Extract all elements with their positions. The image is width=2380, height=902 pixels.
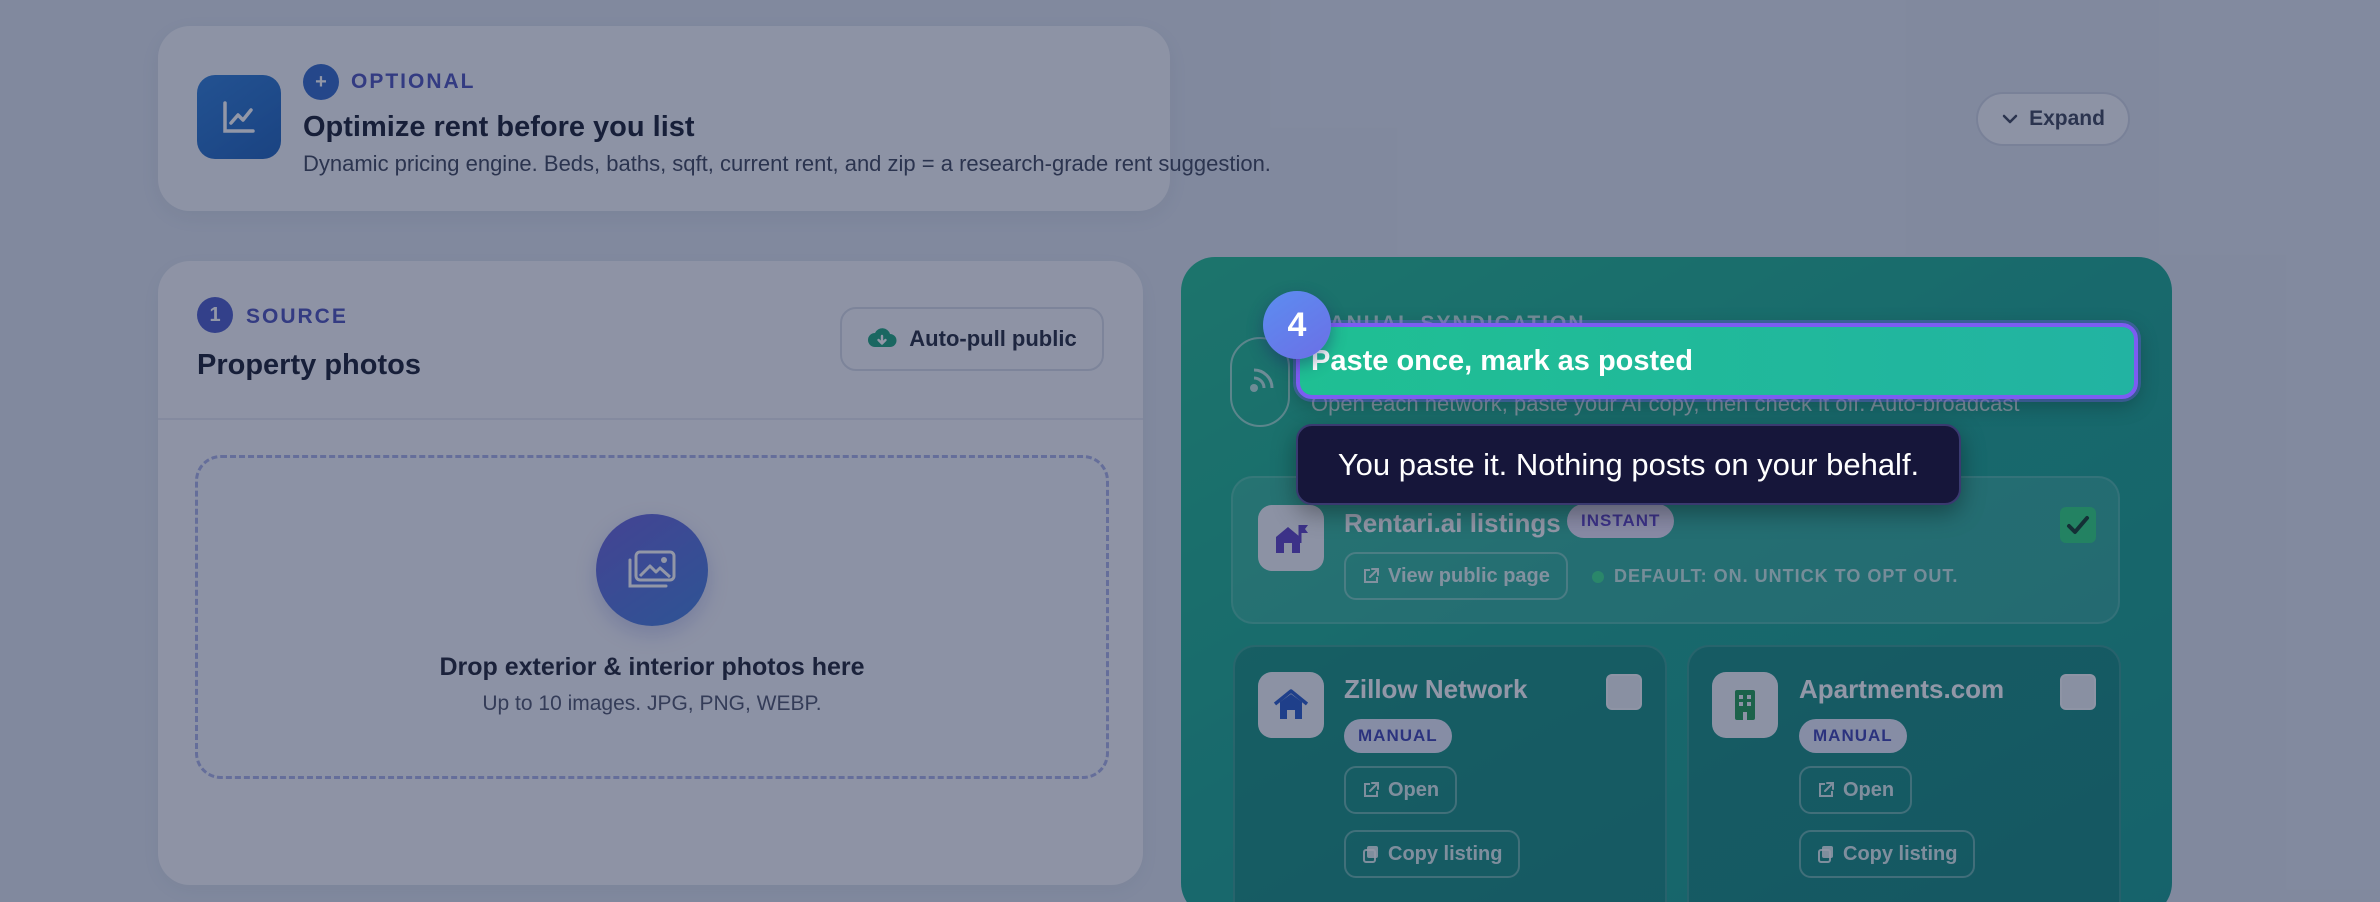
tour-step-badge: 4	[1263, 291, 1331, 359]
tour-overlay[interactable]	[0, 0, 2380, 902]
tour-tooltip: You paste it. Nothing posts on your beha…	[1296, 424, 1961, 505]
syndication-title: Paste once, mark as posted	[1311, 345, 1693, 377]
